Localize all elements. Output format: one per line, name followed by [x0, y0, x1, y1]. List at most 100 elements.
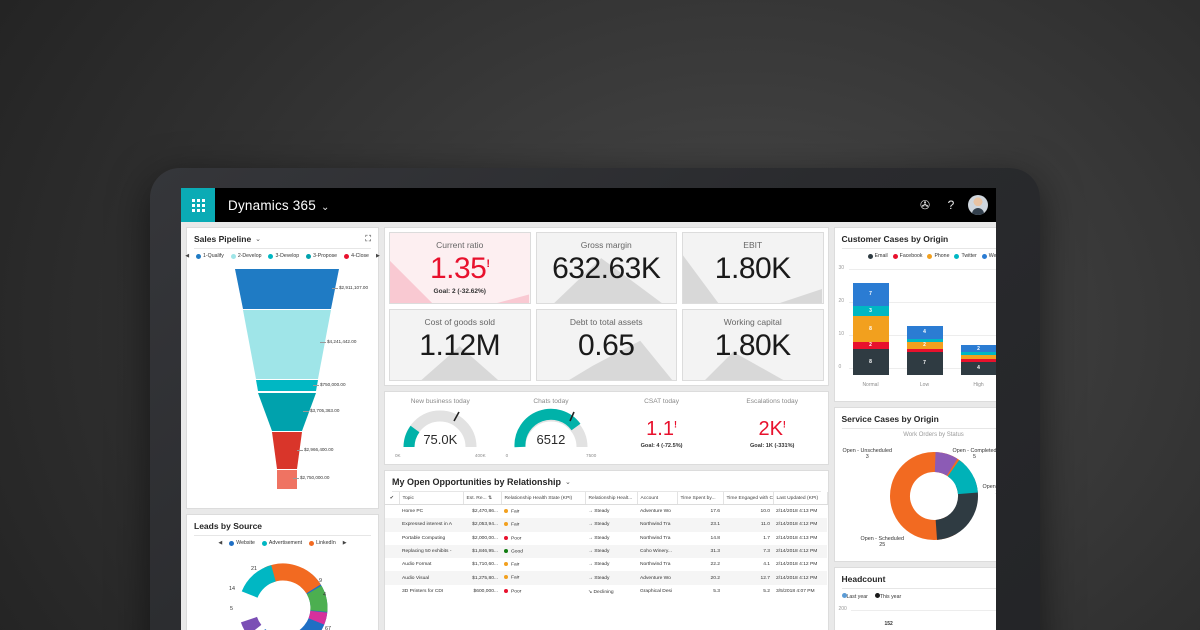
column-header-time-engaged[interactable]: Time Engaged with C... — [723, 492, 773, 505]
kpi-gross-margin[interactable]: Gross margin 632.63K — [536, 232, 678, 304]
bar-group[interactable]: 42 — [961, 345, 997, 375]
kpi-title: Debt to total assets — [570, 317, 643, 327]
kpi-csat-today[interactable]: CSAT today 1.1! Goal: 4 (-72.5%) — [606, 392, 717, 464]
avatar[interactable] — [968, 195, 988, 215]
cell-est-revenue: $2,000,00... — [463, 532, 501, 545]
gear-icon[interactable]: ✇ — [912, 198, 938, 212]
column-header-health-trend[interactable]: Relationship Healt... — [585, 492, 637, 505]
kpi-value: 2K! — [758, 419, 785, 439]
cell-topic[interactable]: Home PC — [399, 505, 463, 519]
legend-prev-arrow[interactable]: ◀ — [218, 540, 222, 546]
kpi-escalations-today[interactable]: Escalations today 2K! Goal: 1K (-331%) — [717, 392, 828, 464]
gauge-min: 0K — [395, 453, 401, 458]
y-tick: 20 — [839, 298, 845, 304]
tablet-device: Dynamics 365⌄ ✇ ? Sales Pipeline ⌄ ⛶ — [150, 168, 1040, 630]
column-header-health-state[interactable]: Relationship Health State (KPI) — [501, 492, 585, 505]
kpi-current-ratio[interactable]: Current ratio 1.35! Goal: 2 (-32.62%) — [389, 232, 531, 304]
table-row[interactable]: Home PC $2,470,86... Fair → Steady Adven… — [385, 505, 827, 519]
cell-health-state: Poor — [501, 585, 585, 599]
row-checkbox[interactable] — [385, 505, 399, 519]
cell-account[interactable]: Adventure Wo — [637, 571, 677, 584]
legend-item: Web — [982, 253, 996, 259]
x-axis-label: Normal — [853, 382, 889, 388]
cell-topic[interactable]: 3D Printers for CDI — [399, 585, 463, 599]
bar-segment: 4 — [907, 326, 943, 339]
sales-pipeline-header: Sales Pipeline ⌄ ⛶ — [187, 228, 378, 248]
table-row[interactable]: 3D Printers for CDI $600,000... Poor ↘ D… — [385, 585, 827, 599]
gauge-chats-today[interactable]: Chats today 6512 0 7500 — [496, 392, 607, 464]
funnel-chart[interactable]: $2,911,107.00 $4,241,442.00 $750,000.00 … — [187, 261, 378, 489]
cell-health-state: Poor — [501, 532, 585, 545]
bar-group[interactable]: 724 — [907, 326, 943, 375]
row-checkbox[interactable] — [385, 545, 399, 558]
cell-topic[interactable]: Portable Computing — [399, 532, 463, 545]
y-tick: 30 — [839, 265, 845, 271]
cell-topic[interactable]: Audio Format — [399, 558, 463, 571]
headcount-card: Headcount Last year This year 200 152 — [834, 567, 997, 630]
cell-est-revenue: $1,710,60... — [463, 558, 501, 571]
help-icon[interactable]: ? — [938, 198, 964, 212]
column-header-est-revenue[interactable]: Est. Re... ⇅ — [463, 492, 501, 505]
dashboard: Sales Pipeline ⌄ ⛶ ◀ 1-Qualify 2-Develop… — [181, 222, 996, 630]
cell-time-engaged: 5.2 — [723, 585, 773, 599]
table-row[interactable]: Audio Visual $1,275,80... Fair → Steady … — [385, 571, 827, 584]
row-checkbox[interactable] — [385, 532, 399, 545]
column-header-account[interactable]: Account — [637, 492, 677, 505]
leads-donut-chart[interactable]: 21 9 4 67 5 14 — [187, 548, 378, 630]
app-launcher-icon[interactable] — [181, 188, 215, 222]
column-header-time-spent[interactable]: Time Spent by... — [677, 492, 723, 505]
table-row[interactable]: Expressed interest in A $2,053,94... Fai… — [385, 518, 827, 531]
cell-account[interactable]: Coho Winery... — [637, 545, 677, 558]
legend-next-arrow[interactable]: ▶ — [343, 540, 347, 546]
brand-title[interactable]: Dynamics 365⌄ — [215, 198, 330, 213]
column-header-last-updated[interactable]: Last Updated (KPI) — [773, 492, 827, 505]
kpi-working-capital[interactable]: Working capital 1.80K — [682, 309, 824, 381]
row-checkbox[interactable] — [385, 558, 399, 571]
bar-segment: 2 — [853, 342, 889, 349]
cell-est-revenue: $1,275,80... — [463, 571, 501, 584]
legend-next-arrow[interactable]: ▶ — [376, 253, 380, 259]
bar-segment: 4 — [961, 362, 997, 375]
funnel-svg — [187, 261, 380, 489]
gauge-new-business[interactable]: New business today 75.0K 0K 400K — [385, 392, 496, 464]
service-cases-donut-chart[interactable]: Open - Unscheduled3 Open - Completed5 Op… — [835, 438, 997, 556]
table-row[interactable]: Replacing 50 exhibits - $1,846,95... Goo… — [385, 545, 827, 558]
cell-health-trend: → Steady — [585, 518, 637, 531]
table-row[interactable]: Portable Computing $2,000,00... Poor → S… — [385, 532, 827, 545]
row-checkbox[interactable] — [385, 571, 399, 584]
cell-account[interactable]: Graphical Desi — [637, 585, 677, 599]
legend-item: Facebook — [893, 253, 923, 259]
kpi-ebit[interactable]: EBIT 1.80K — [682, 232, 824, 304]
cell-account[interactable]: Northwind Tra — [637, 532, 677, 545]
chevron-down-icon[interactable]: ⌄ — [255, 235, 261, 243]
kpi-value: 1.1! — [646, 419, 677, 439]
headcount-bar-chart[interactable]: 200 152 — [835, 602, 997, 630]
table-row[interactable]: Audio Format $1,710,60... Fair → Steady … — [385, 558, 827, 571]
row-checkbox[interactable] — [385, 585, 399, 599]
column-header-topic[interactable]: Topic — [399, 492, 463, 505]
expand-icon[interactable]: ⛶ — [365, 234, 371, 244]
brand-label: Dynamics 365 — [228, 198, 316, 213]
legend-label: 4-Close — [351, 253, 369, 259]
cell-account[interactable]: Northwind Tra — [637, 518, 677, 531]
customer-cases-bar-chart[interactable]: 30 20 10 0 82837Normal724Low42High — [835, 261, 997, 389]
kpi-debt-to-total-assets[interactable]: Debt to total assets 0.65 — [536, 309, 678, 381]
chevron-down-icon[interactable]: ⌄ — [565, 478, 571, 486]
cell-account[interactable]: Northwind Tra — [637, 558, 677, 571]
cell-topic[interactable]: Audio Visual — [399, 571, 463, 584]
bar-value-label: 152 — [885, 621, 893, 627]
cell-topic[interactable]: Replacing 50 exhibits - — [399, 545, 463, 558]
leads-by-source-header: Leads by Source — [187, 515, 378, 535]
legend-label: Web — [989, 253, 996, 259]
cell-time-spent: 5.3 — [677, 585, 723, 599]
cell-account[interactable]: Adventure Wo — [637, 505, 677, 519]
legend-prev-arrow[interactable]: ◀ — [185, 253, 189, 259]
opportunities-table[interactable]: ✔ Topic Est. Re... ⇅ Relationship Health… — [385, 492, 828, 599]
kpi-cost-of-goods-sold[interactable]: Cost of goods sold 1.12M — [389, 309, 531, 381]
select-all-checkbox[interactable]: ✔ — [385, 492, 399, 505]
row-checkbox[interactable] — [385, 518, 399, 531]
legend-label: Email — [875, 253, 888, 259]
bar-group[interactable]: 82837 — [853, 283, 889, 375]
cell-topic[interactable]: Expressed interest in A — [399, 518, 463, 531]
cell-health-trend: → Steady — [585, 545, 637, 558]
